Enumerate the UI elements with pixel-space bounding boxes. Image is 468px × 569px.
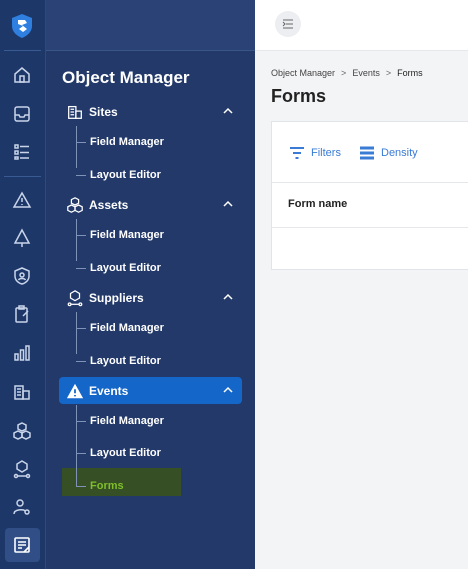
menu-collapse-icon: [282, 19, 293, 29]
shield-user-icon[interactable]: [11, 265, 33, 287]
sites-field-manager[interactable]: Field Manager: [76, 132, 164, 152]
events-layout-editor[interactable]: Layout Editor: [76, 443, 161, 463]
object-manager-panel: Object Manager Sites Field Manager Layou…: [46, 0, 255, 569]
filters-button[interactable]: Filters: [289, 146, 341, 160]
column-form-name[interactable]: Form name: [288, 198, 347, 210]
suppliers-field-manager[interactable]: Field Manager: [76, 318, 164, 338]
home-icon[interactable]: [11, 64, 33, 86]
bar-chart-icon[interactable]: [11, 342, 33, 364]
section-label: Assets: [89, 197, 129, 212]
top-bar: [255, 0, 468, 51]
icon-rail: [0, 0, 46, 569]
suppliers-layout-editor[interactable]: Layout Editor: [76, 351, 161, 371]
collapse-menu-button[interactable]: [275, 11, 301, 37]
buildings-icon[interactable]: [11, 381, 33, 403]
clipboard-icon[interactable]: [11, 303, 33, 325]
section-suppliers[interactable]: Suppliers: [59, 284, 242, 311]
assets-field-manager[interactable]: Field Manager: [76, 225, 164, 245]
assets-layout-editor[interactable]: Layout Editor: [76, 258, 161, 278]
density-button[interactable]: Density: [359, 146, 418, 160]
list-icon[interactable]: [11, 141, 33, 163]
breadcrumb-object-manager[interactable]: Object Manager: [271, 68, 335, 78]
table-toolbar: Filters Density: [272, 122, 468, 182]
chevron-up-icon[interactable]: [222, 198, 234, 210]
section-events[interactable]: Events: [59, 377, 242, 404]
section-label: Sites: [89, 104, 118, 119]
breadcrumb-events[interactable]: Events: [352, 68, 380, 78]
density-icon: [360, 146, 374, 160]
section-assets[interactable]: Assets: [59, 191, 242, 218]
alert-triangle-icon: [65, 381, 85, 401]
breadcrumb-forms: Forms: [397, 68, 423, 78]
buildings-icon: [65, 102, 85, 122]
panel-title: Object Manager: [62, 68, 190, 87]
form-icon[interactable]: [11, 534, 33, 556]
main-content: Object Manager > Events > Forms Forms Fi…: [255, 0, 468, 569]
table-header: Form name: [272, 182, 468, 228]
nav-header-band: [46, 0, 255, 51]
inbox-icon[interactable]: [11, 103, 33, 125]
chevron-up-icon[interactable]: [222, 105, 234, 117]
events-field-manager[interactable]: Field Manager: [76, 411, 164, 431]
section-label: Events: [89, 383, 129, 398]
forms-table-card: Filters Density Form name: [271, 121, 468, 270]
cubes-icon: [65, 195, 85, 215]
user-settings-icon[interactable]: [11, 496, 33, 518]
breadcrumb: Object Manager > Events > Forms: [271, 68, 423, 78]
supplier-cube-icon[interactable]: [11, 458, 33, 480]
page-title: Forms: [271, 86, 327, 106]
rail-divider: [4, 176, 41, 177]
section-label: Suppliers: [89, 290, 144, 305]
chevron-up-icon[interactable]: [222, 291, 234, 303]
section-sites[interactable]: Sites: [59, 98, 242, 125]
chevron-up-icon[interactable]: [222, 384, 234, 396]
supplier-cube-icon: [65, 288, 85, 308]
alert-triangle-icon[interactable]: [11, 189, 33, 211]
sites-layout-editor[interactable]: Layout Editor: [76, 165, 161, 185]
filter-icon: [290, 147, 304, 159]
cubes-icon[interactable]: [11, 420, 33, 442]
tree-alert-icon[interactable]: [11, 227, 33, 249]
shield-logo-icon[interactable]: [10, 13, 34, 39]
rail-divider: [4, 50, 41, 51]
events-forms[interactable]: Forms: [76, 476, 124, 496]
